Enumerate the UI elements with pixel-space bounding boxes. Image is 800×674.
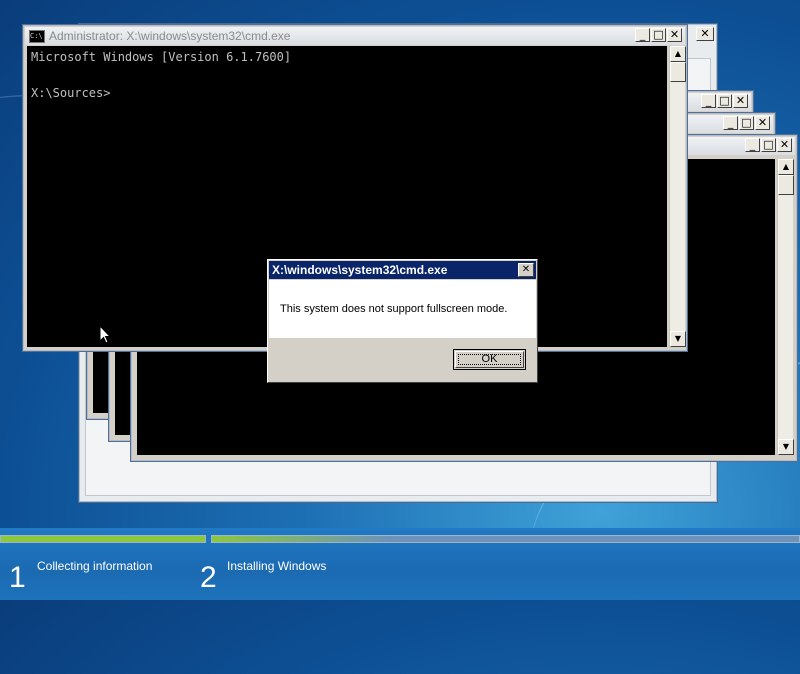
console-line: X:\Sources> (31, 86, 111, 100)
setup-window-controls: ✕ (696, 27, 714, 41)
scroll-up-icon[interactable]: ▲ (670, 46, 686, 62)
minimize-button[interactable]: _ (635, 28, 650, 42)
close-button[interactable]: ✕ (733, 94, 748, 108)
minimize-button[interactable]: _ (723, 116, 738, 130)
ok-button[interactable]: OK (453, 349, 526, 370)
cmd-icon: C:\ (29, 29, 45, 43)
maximize-button[interactable]: □ (651, 28, 666, 42)
minimize-button[interactable]: _ (701, 94, 716, 108)
close-button[interactable]: ✕ (667, 28, 682, 42)
step-1-label: Collecting information (37, 559, 153, 573)
dialog-close-button[interactable]: ✕ (518, 263, 534, 277)
progress-track-step-1 (0, 535, 206, 543)
step-2-label: Installing Windows (227, 559, 327, 573)
close-icon: ✕ (521, 264, 531, 275)
scroll-down-icon[interactable]: ▼ (670, 331, 686, 347)
step-1-number: 1 (9, 561, 26, 594)
close-button[interactable]: ✕ (777, 138, 792, 152)
main-console-title: Administrator: X:\windows\system32\cmd.e… (49, 29, 291, 43)
ok-button-label: OK (481, 353, 498, 365)
scroll-up-icon[interactable]: ▲ (778, 159, 794, 175)
main-console-titlebar[interactable]: C:\ Administrator: X:\windows\system32\c… (25, 27, 685, 45)
progress-track-step-2 (211, 535, 800, 543)
error-dialog-titlebar[interactable]: X:\windows\system32\cmd.exe ✕ (269, 261, 536, 279)
setup-close-button[interactable]: ✕ (696, 27, 714, 41)
progress-fill-step-1 (1, 536, 205, 542)
mouse-cursor-icon (99, 325, 111, 344)
step-2-number: 2 (200, 561, 217, 594)
maximize-button[interactable]: □ (761, 138, 776, 152)
console-line: Microsoft Windows [Version 6.1.7600] (31, 50, 292, 64)
maximize-button[interactable]: □ (717, 94, 732, 108)
vertical-scrollbar[interactable]: ▲ ▼ (777, 159, 794, 455)
progress-fill-step-2 (212, 536, 799, 542)
maximize-button[interactable]: □ (739, 116, 754, 130)
error-message: This system does not support fullscreen … (280, 303, 508, 315)
scroll-thumb[interactable] (778, 175, 794, 195)
error-dialog: X:\windows\system32\cmd.exe ✕ This syste… (267, 259, 538, 383)
scroll-thumb[interactable] (670, 62, 686, 82)
minimize-button[interactable]: _ (745, 138, 760, 152)
error-dialog-title: X:\windows\system32\cmd.exe (272, 263, 448, 277)
vertical-scrollbar[interactable]: ▲ ▼ (669, 46, 686, 347)
close-button[interactable]: ✕ (755, 116, 770, 130)
scroll-down-icon[interactable]: ▼ (778, 439, 794, 455)
